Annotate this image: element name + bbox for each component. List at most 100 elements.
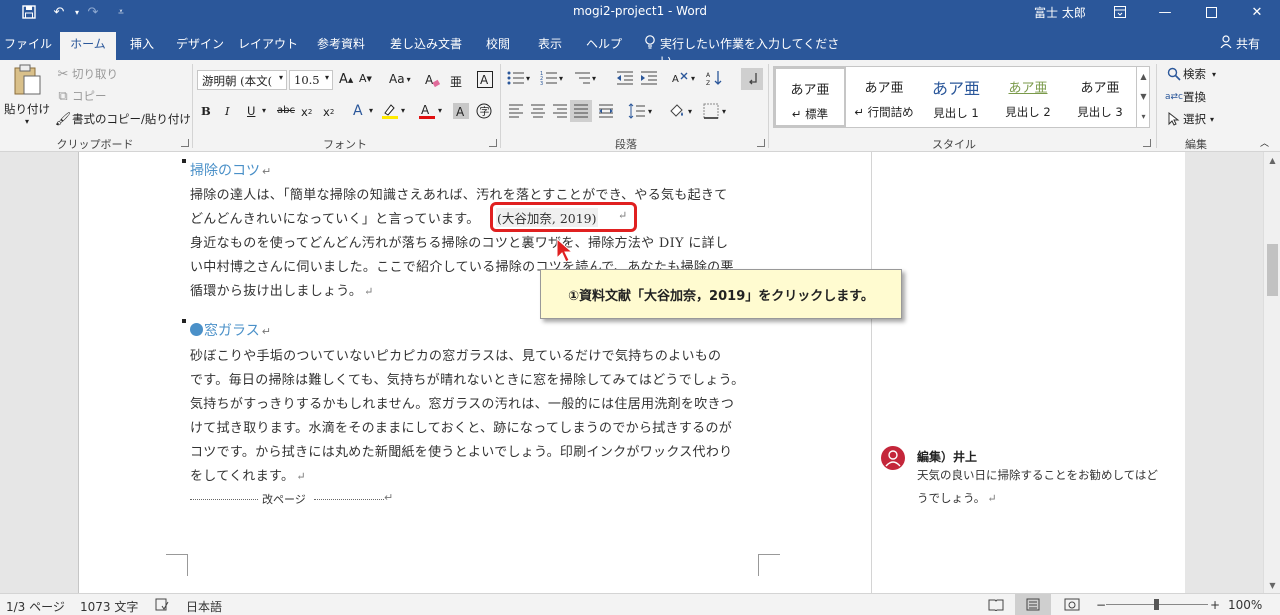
superscript-icon[interactable]: x2 bbox=[323, 105, 334, 119]
italic-icon[interactable]: I bbox=[225, 104, 230, 118]
asian-layout-dropdown-icon[interactable]: ▾ bbox=[691, 74, 695, 83]
font-launcher-icon[interactable] bbox=[489, 139, 497, 147]
close-button[interactable]: ✕ bbox=[1234, 0, 1280, 24]
distributed-icon[interactable] bbox=[598, 104, 614, 118]
tab-design[interactable]: デザイン bbox=[172, 32, 228, 60]
decrease-indent-icon[interactable] bbox=[616, 70, 634, 86]
find-button[interactable]: 検索 ▾ bbox=[1165, 65, 1216, 83]
body-line[interactable]: コツです。から拭きには丸めた新聞紙を使うとよいでしょう。印刷インクがワックス代わ… bbox=[190, 441, 732, 460]
bullets-dropdown-icon[interactable]: ▾ bbox=[526, 74, 530, 83]
more-styles-icon[interactable]: ▾ bbox=[1137, 107, 1150, 127]
body-line[interactable]: をしてくれます。 ↵ bbox=[190, 465, 306, 484]
heading-1[interactable]: 掃除のコツ ↵ bbox=[190, 160, 271, 180]
tab-home[interactable]: ホーム bbox=[60, 32, 116, 60]
tab-file[interactable]: ファイル bbox=[0, 32, 56, 60]
tab-insert[interactable]: 挿入 bbox=[120, 32, 164, 60]
tell-me-box[interactable]: 実行したい作業を入力してください bbox=[644, 32, 844, 68]
style-normal[interactable]: あア亜 ↵ 標準 bbox=[774, 67, 846, 127]
highlight-dropdown-icon[interactable]: ▾ bbox=[401, 106, 405, 115]
body-line[interactable]: 気持ちがすっきりするかもしれません。窓ガラスの汚れは、一般的には住居用洗剤を吹き… bbox=[190, 393, 734, 412]
text-effects-icon[interactable]: A bbox=[353, 103, 363, 119]
scroll-up-icon[interactable]: ▲ bbox=[1264, 152, 1280, 168]
bullets-icon[interactable] bbox=[507, 70, 525, 86]
underline-icon[interactable]: U bbox=[247, 104, 255, 118]
font-size-combo[interactable]: 10.5 ▾ bbox=[289, 70, 333, 90]
zoom-level[interactable]: 100% bbox=[1228, 598, 1262, 612]
underline-dropdown-icon[interactable]: ▾ bbox=[262, 106, 266, 115]
web-layout-icon[interactable] bbox=[1064, 598, 1080, 614]
maximize-button[interactable] bbox=[1188, 0, 1234, 24]
tab-references[interactable]: 参考資料 bbox=[308, 32, 374, 60]
increase-indent-icon[interactable] bbox=[640, 70, 658, 86]
style-heading-1[interactable]: あア亜 見出し 1 bbox=[920, 67, 992, 127]
borders-dropdown-icon[interactable]: ▾ bbox=[722, 107, 726, 116]
word-count[interactable]: 1073 文字 bbox=[80, 598, 138, 615]
grow-font-icon[interactable]: A ▲ bbox=[339, 72, 353, 87]
strikethrough-icon[interactable]: abc bbox=[277, 105, 295, 116]
highlight-icon[interactable] bbox=[381, 102, 399, 120]
comment-text-line[interactable]: 天気の良い日に掃除することをお勧めしてはど bbox=[917, 467, 1158, 483]
proofing-icon[interactable] bbox=[155, 598, 169, 614]
tab-review[interactable]: 校閲 bbox=[478, 32, 518, 60]
copy-button[interactable]: ⧉ コピー bbox=[54, 87, 106, 105]
styles-launcher-icon[interactable] bbox=[1143, 139, 1151, 147]
chevron-up-icon[interactable]: ▲ bbox=[1137, 67, 1150, 87]
shading-icon[interactable] bbox=[668, 103, 686, 119]
line-spacing-dropdown-icon[interactable]: ▾ bbox=[648, 107, 652, 116]
body-line[interactable]: 砂ぼこりや手垢のついていないピカピカの窓ガラスは、見ているだけで気持ちのよいもの bbox=[190, 345, 721, 364]
enclose-characters-icon[interactable]: 字 bbox=[476, 103, 492, 119]
multilevel-list-icon[interactable] bbox=[573, 70, 591, 86]
font-name-combo[interactable]: 游明朝 (本文( ▾ bbox=[197, 70, 287, 90]
align-center-icon[interactable] bbox=[530, 104, 546, 118]
page-break[interactable]: 改ページ ↵ bbox=[190, 491, 393, 506]
font-color-dropdown-icon[interactable]: ▾ bbox=[438, 106, 442, 115]
styles-scroll[interactable]: ▲ ▼ ▾ bbox=[1136, 67, 1150, 127]
bold-icon[interactable]: B bbox=[201, 104, 211, 118]
page-count[interactable]: 1/3 ページ bbox=[6, 598, 65, 615]
select-button[interactable]: 選択 ▾ bbox=[1165, 110, 1214, 128]
justify-icon[interactable] bbox=[570, 100, 592, 122]
zoom-slider-thumb[interactable] bbox=[1154, 599, 1159, 610]
replace-button[interactable]: a⇄c 置換 bbox=[1165, 88, 1206, 106]
phonetic-guide-icon[interactable]: 亜 bbox=[447, 72, 463, 88]
character-border-icon[interactable]: A bbox=[477, 71, 493, 88]
sort-icon[interactable]: AZ bbox=[706, 70, 724, 86]
body-line[interactable]: けて拭き取ります。水滴をそのままにしておくと、跡になってしまうのでから拭きするの… bbox=[190, 417, 732, 436]
style-heading-3[interactable]: あア亜 見出し 3 bbox=[1064, 67, 1136, 127]
asian-layout-icon[interactable]: A bbox=[672, 70, 690, 86]
multilevel-dropdown-icon[interactable]: ▾ bbox=[592, 74, 596, 83]
shading-dropdown-icon[interactable]: ▾ bbox=[688, 107, 692, 116]
style-no-spacing[interactable]: あア亜 ↵ 行間詰め bbox=[848, 67, 920, 127]
scroll-down-icon[interactable]: ▼ bbox=[1264, 577, 1280, 593]
numbering-icon[interactable]: 123 bbox=[540, 70, 558, 86]
vertical-scrollbar[interactable]: ▲ ▼ bbox=[1263, 152, 1280, 593]
paste-button[interactable]: 貼り付け ▾ bbox=[4, 64, 50, 130]
align-right-icon[interactable] bbox=[552, 104, 568, 118]
format-painter-button[interactable]: 🖌 書式のコピー/貼り付け bbox=[54, 110, 191, 128]
scrollbar-thumb[interactable] bbox=[1267, 244, 1278, 296]
body-line[interactable]: です。毎日の掃除は難しくても、気持ちが晴れないときに窓を掃除してみてはどうでしょ… bbox=[190, 369, 744, 388]
collapse-ribbon-icon[interactable]: ︿ bbox=[1260, 136, 1269, 149]
body-line[interactable]: 身近なものを使ってどんどん汚れが落ちる掃除のコツと裏ワザを、掃除方法や DIY … bbox=[190, 232, 728, 251]
zoom-in-icon[interactable]: + bbox=[1210, 598, 1220, 612]
line-spacing-icon[interactable] bbox=[628, 103, 646, 119]
tab-layout[interactable]: レイアウト bbox=[236, 32, 300, 60]
comment-text-line[interactable]: うでしょう。 ↵ bbox=[917, 490, 997, 506]
minimize-button[interactable]: — bbox=[1142, 0, 1188, 24]
heading-2[interactable]: 窓ガラス ↵ bbox=[190, 320, 271, 340]
clipboard-launcher-icon[interactable] bbox=[181, 139, 189, 147]
clear-formatting-icon[interactable]: A bbox=[424, 72, 440, 88]
body-line[interactable]: 掃除の達人は、「簡単な掃除の知識さえあれば、汚れを落とすことができ、やる気も起き… bbox=[190, 184, 728, 203]
paragraph-launcher-icon[interactable] bbox=[757, 139, 765, 147]
character-shading-icon[interactable]: A bbox=[453, 103, 469, 119]
ribbon-display-options-icon[interactable] bbox=[1097, 0, 1143, 24]
body-line[interactable]: 循環から抜け出しましょう。 ↵ bbox=[190, 280, 374, 299]
text-effects-dropdown-icon[interactable]: ▾ bbox=[369, 106, 373, 115]
tab-mailings[interactable]: 差し込み文書 bbox=[382, 32, 470, 60]
body-line[interactable]: どんどんきれいになっていく」と言っています。 bbox=[190, 208, 480, 227]
print-layout-icon[interactable] bbox=[1015, 594, 1051, 615]
font-color-icon[interactable]: A bbox=[418, 102, 436, 120]
numbering-dropdown-icon[interactable]: ▾ bbox=[559, 74, 563, 83]
shrink-font-icon[interactable]: A ▼ bbox=[359, 72, 372, 85]
style-heading-2[interactable]: あア亜 見出し 2 bbox=[992, 67, 1064, 127]
